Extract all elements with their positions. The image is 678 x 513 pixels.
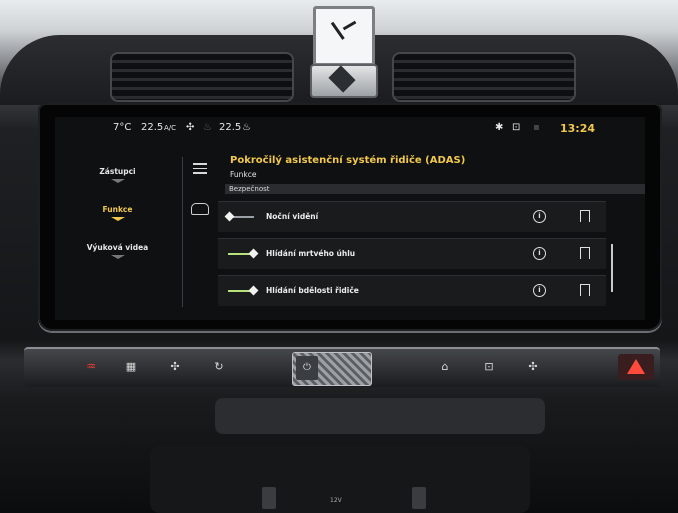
clock-time: 13:24	[560, 122, 596, 135]
car-dashboard: 7°C 22.5 A/C ✣ ♨ 22.5 ♨ ✱ ⊡ ▪ 13:24 Zást…	[0, 0, 678, 513]
feature-row-night-vision[interactable]: Noční vidění i	[218, 201, 606, 232]
toggle-knob[interactable]	[248, 285, 259, 296]
sidebar-item-label: Funkce	[102, 205, 133, 214]
signal-icon: ▪	[533, 122, 540, 133]
car-settings-icon[interactable]: ⊡	[478, 356, 500, 378]
hazard-button[interactable]	[618, 354, 654, 380]
front-defrost-icon[interactable]: ▦	[120, 356, 142, 378]
outside-temperature: 7°C	[113, 122, 132, 133]
usb-port[interactable]	[412, 487, 426, 509]
page-title: Pokročilý asistenční systém řidiče (ADAS…	[230, 155, 466, 166]
info-icon[interactable]: i	[533, 284, 546, 297]
infotainment-screen: 7°C 22.5 A/C ✣ ♨ 22.5 ♨ ✱ ⊡ ▪ 13:24 Zást…	[55, 117, 645, 320]
bookmark-icon[interactable]	[580, 284, 590, 299]
page-subtitle: Funkce	[230, 170, 257, 179]
feature-label: Hlídání bdělosti řidiče	[266, 286, 359, 295]
power-socket-label: 12V	[330, 497, 342, 504]
sidebar-item-label: Výuková videa	[86, 243, 149, 252]
lower-dashboard	[215, 398, 545, 434]
fan-off-icon[interactable]: ✣	[164, 356, 186, 378]
seat-heat-icon[interactable]: ♨	[242, 122, 251, 133]
sidebar-item-funkce[interactable]: Funkce	[55, 205, 180, 221]
climate-fan-icon[interactable]: ✣	[522, 356, 544, 378]
hamburger-menu-icon[interactable]	[193, 163, 207, 174]
chevron-down-icon	[110, 255, 125, 259]
sidebar-item-vyukova-videa[interactable]: Výuková videa	[55, 243, 180, 259]
usb-port[interactable]	[262, 487, 276, 509]
toggle-knob[interactable]	[224, 211, 235, 222]
ac-label[interactable]: A/C	[164, 124, 176, 132]
left-temperature[interactable]: 22.5	[141, 122, 163, 133]
fan-icon[interactable]: ✣	[186, 122, 194, 133]
power-icon[interactable]: ⏻	[296, 356, 318, 380]
right-temperature[interactable]: 22.5	[219, 122, 241, 133]
car-connect-icon: ⊡	[512, 122, 521, 133]
status-bar: 7°C 22.5 A/C ✣ ♨ 22.5 ♨ ✱ ⊡ ▪ 13:24	[55, 117, 645, 139]
car-icon[interactable]	[191, 203, 209, 215]
engine-start-button[interactable]	[310, 64, 378, 98]
bookmark-icon[interactable]	[580, 210, 590, 225]
sidebar-item-label: Zástupci	[99, 167, 136, 176]
feature-label: Noční vidění	[266, 212, 319, 221]
sidebar-item-zastupci[interactable]: Zástupci	[55, 167, 180, 183]
rear-defrost-icon[interactable]: ♒	[80, 356, 102, 378]
sidebar: Zástupci Funkce Výuková videa	[55, 141, 180, 320]
left-air-vent	[110, 52, 294, 102]
feature-row-driver-attention[interactable]: Hlídání bdělosti řidiče i	[218, 275, 606, 306]
toggle-knob[interactable]	[248, 248, 259, 259]
analog-clock	[313, 6, 375, 66]
section-header: Bezpečnost	[225, 184, 645, 194]
scrollbar[interactable]	[611, 244, 613, 292]
info-icon[interactable]: i	[533, 247, 546, 260]
chevron-down-icon	[110, 217, 125, 221]
info-icon[interactable]: i	[533, 210, 546, 223]
recirculation-icon[interactable]: ↻	[208, 356, 230, 378]
bluetooth-icon: ✱	[495, 122, 504, 133]
feature-row-blind-spot[interactable]: Hlídání mrtvého úhlu i	[218, 238, 606, 269]
feature-label: Hlídání mrtvého úhlu	[266, 249, 356, 258]
sidebar-divider	[182, 157, 183, 307]
chevron-down-icon	[110, 179, 125, 183]
heated-seat-left-icon[interactable]: ♨	[203, 122, 212, 133]
home-icon[interactable]: ⌂	[434, 356, 456, 378]
bookmark-icon[interactable]	[580, 247, 590, 262]
right-air-vent	[392, 52, 576, 102]
